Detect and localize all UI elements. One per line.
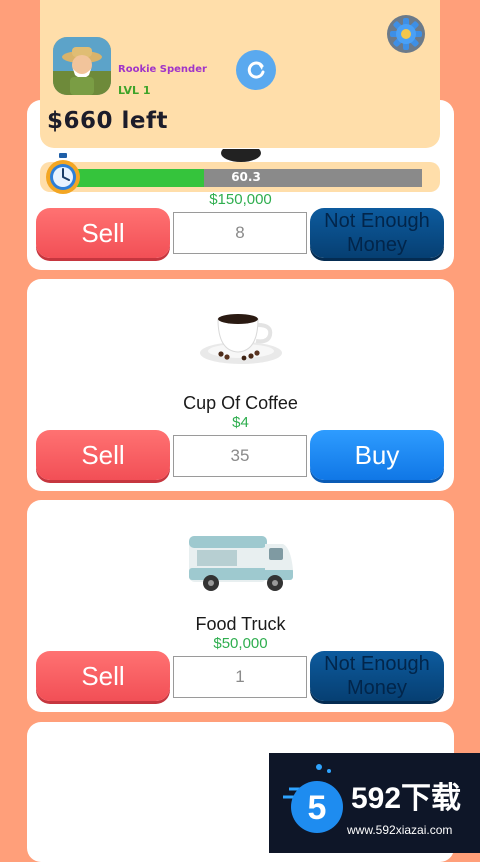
player-level: LVL 1 xyxy=(118,84,151,97)
quantity-field[interactable]: 8 xyxy=(173,212,307,254)
refresh-button[interactable] xyxy=(236,50,276,90)
progress-bar: 60.3 xyxy=(40,162,440,192)
watermark-logo: 5 xyxy=(283,764,343,833)
progress-track: 60.3 xyxy=(70,169,422,187)
item-price: $50,000 xyxy=(213,635,268,652)
item-name: Cup Of Coffee xyxy=(183,393,298,413)
player-header: Rookie Spender LVL 1 $660 left xyxy=(40,0,440,148)
gear-icon xyxy=(387,15,425,53)
quantity-field[interactable]: 1 xyxy=(173,656,307,698)
not-enough-money-button[interactable]: Not Enough Money xyxy=(310,208,444,258)
stopwatch-icon xyxy=(43,152,83,196)
watermark-brand: 592下载 xyxy=(351,782,462,815)
item-card-1: Cup Of Coffee $4 Sell 35 Buy xyxy=(27,279,454,491)
sell-button[interactable]: Sell xyxy=(36,651,170,701)
watermark-url: www.592xiazai.com xyxy=(347,823,453,837)
refresh-icon xyxy=(247,61,265,79)
item-name: Food Truck xyxy=(195,614,286,634)
settings-button[interactable] xyxy=(385,13,427,55)
item-price: $150,000 xyxy=(209,191,272,208)
item-price: $4 xyxy=(232,414,249,431)
site-watermark: 5 592下载 www.592xiazai.com xyxy=(269,753,480,853)
food-truck-image xyxy=(185,528,297,596)
sell-button[interactable]: Sell xyxy=(36,430,170,480)
item-card-2: Food Truck $50,000 Sell 1 Not Enough Mone… xyxy=(27,500,454,712)
coffee-cup-image xyxy=(196,307,286,367)
quantity-field[interactable]: 35 xyxy=(173,435,307,477)
player-avatar[interactable] xyxy=(53,37,111,95)
money-left: $660 left xyxy=(47,108,169,134)
buy-button[interactable]: Buy xyxy=(310,430,444,480)
watermark-logo-digit: 5 xyxy=(308,789,327,827)
sell-button[interactable]: Sell xyxy=(36,208,170,258)
item-image-partial xyxy=(219,144,263,162)
progress-value: 60.3 xyxy=(231,170,261,184)
not-enough-money-button[interactable]: Not Enough Money xyxy=(310,651,444,701)
player-name: Rookie Spender xyxy=(118,64,207,75)
